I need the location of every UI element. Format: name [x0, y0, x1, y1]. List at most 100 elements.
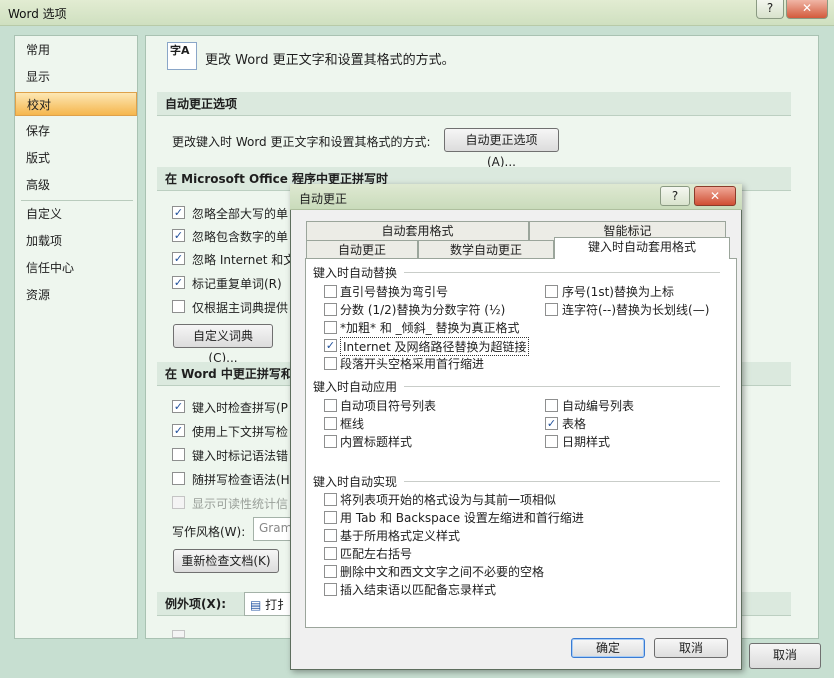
checkbox-grammar-with-spelling[interactable] — [172, 472, 185, 485]
ok-button[interactable]: 确定 — [571, 638, 645, 658]
label-grammar-with-spelling: 随拼写检查语法(H — [192, 473, 290, 487]
checkbox-hyperlinks[interactable]: ✓ — [324, 339, 337, 352]
label-hyperlinks: Internet 及网络路径替换为超链接 — [340, 337, 530, 356]
checkbox-tab-backspace-indent[interactable] — [324, 511, 337, 524]
checkbox-tables[interactable]: ✓ — [545, 417, 558, 430]
tab-autocorrect[interactable]: 自动更正 — [306, 240, 418, 260]
label-ignore-internet: 忽略 Internet 和文 — [192, 253, 296, 267]
checkbox-define-styles[interactable] — [324, 529, 337, 542]
checkbox-date-styles[interactable] — [545, 435, 558, 448]
label-ignore-numbers: 忽略包含数字的单 — [192, 230, 289, 244]
sidebar-item-addins[interactable]: 加载项 — [15, 229, 137, 253]
sidebar-item-popular[interactable]: 常用 — [15, 38, 137, 62]
checkbox-main-dictionary-only[interactable] — [172, 300, 185, 313]
label-tab-backspace-indent: 用 Tab 和 Backspace 设置左缩进和首行缩进 — [340, 511, 584, 525]
sidebar-item-save[interactable]: 保存 — [15, 119, 137, 143]
sidebar-item-display[interactable]: 显示 — [15, 65, 137, 89]
document-icon: ▤ — [250, 598, 262, 612]
checkbox-closing-memo[interactable] — [324, 583, 337, 596]
help-icon: ? — [766, 1, 774, 15]
group-divider — [404, 481, 720, 482]
label-match-parentheses: 匹配左右括号 — [340, 547, 413, 561]
label-check-spelling: 键入时检查拼写(P — [192, 401, 288, 415]
sidebar-divider — [21, 200, 133, 201]
label-auto-bullets: 自动项目符号列表 — [340, 399, 437, 413]
cancel-button[interactable]: 取消 — [749, 643, 821, 669]
help-button[interactable]: ? — [756, 0, 784, 19]
label-remove-spaces: 删除中文和西文文字之间不必要的空格 — [340, 565, 545, 579]
recheck-document-button[interactable]: 重新检查文档(K) — [173, 549, 279, 573]
checkbox-ignore-uppercase[interactable]: ✓ — [172, 206, 185, 219]
writing-style-label: 写作风格(W): — [172, 525, 246, 539]
checkbox-auto-bullets[interactable] — [324, 399, 337, 412]
checkbox-heading-styles[interactable] — [324, 435, 337, 448]
label-tables: 表格 — [562, 417, 587, 431]
sidebar-item-advanced[interactable]: 高级 — [15, 173, 137, 197]
label-fractions: 分数 (1/2)替换为分数字符 (½) — [340, 303, 506, 317]
dialog-title: 自动更正 — [299, 192, 348, 206]
custom-dictionaries-button[interactable]: 自定义词典(C)... — [173, 324, 273, 365]
tab-autoformat-as-you-type[interactable]: 键入时自动套用格式 — [554, 237, 730, 259]
label-format-list-like-previous: 将列表项开始的格式设为与其前一项相似 — [340, 493, 557, 507]
group-automatic-title: 键入时自动实现 — [313, 475, 398, 489]
sidebar-item-proofing[interactable]: 校对 — [15, 92, 137, 116]
proofing-icon-label: 字A — [170, 44, 190, 57]
label-define-styles: 基于所用格式定义样式 — [340, 529, 461, 543]
checkbox-flag-repeated[interactable]: ✓ — [172, 276, 185, 289]
dialog-cancel-button[interactable]: 取消 — [654, 638, 728, 658]
autocorrect-desc: 更改键入时 Word 更正文字和设置其格式的方式: — [172, 135, 431, 149]
checkbox-straight-quotes[interactable] — [324, 285, 337, 298]
checkbox-format-list-like-previous[interactable] — [324, 493, 337, 506]
close-icon: ✕ — [801, 1, 813, 15]
checkbox-ignore-internet[interactable]: ✓ — [172, 252, 185, 265]
group-divider — [404, 386, 720, 387]
label-straight-quotes: 直引号替换为弯引号 — [340, 285, 449, 299]
sidebar-item-typography[interactable]: 版式 — [15, 146, 137, 170]
label-heading-styles: 内置标题样式 — [340, 435, 413, 449]
exceptions-value: 打扌 — [265, 598, 290, 612]
checkbox-ordinals[interactable] — [545, 285, 558, 298]
checkbox-match-parentheses[interactable] — [324, 547, 337, 560]
autocorrect-options-button[interactable]: 自动更正选项(A)... — [444, 128, 559, 169]
window-title: Word 选项 — [8, 7, 67, 21]
label-readability-stats: 显示可读性统计信 — [192, 497, 289, 511]
section-autocorrect-title: 自动更正选项 — [157, 92, 791, 116]
label-ignore-uppercase: 忽略全部大写的单 — [192, 207, 289, 221]
checkbox-hyphens[interactable] — [545, 303, 558, 316]
checkbox-mark-grammar[interactable] — [172, 448, 185, 461]
checkbox-bold-italic[interactable] — [324, 321, 337, 334]
label-ordinals: 序号(1st)替换为上标 — [562, 285, 674, 299]
checkbox-borders[interactable] — [324, 417, 337, 430]
checkbox-fractions[interactable] — [324, 303, 337, 316]
window-titlebar — [0, 0, 834, 26]
label-main-dictionary-only: 仅根据主词典提供 — [192, 301, 289, 315]
checkbox-readability-stats — [172, 496, 185, 509]
label-flag-repeated: 标记重复单词(R) — [192, 277, 282, 291]
checkbox-auto-numbering[interactable] — [545, 399, 558, 412]
sidebar-item-customize[interactable]: 自定义 — [15, 202, 137, 226]
sidebar: 常用 显示 校对 保存 版式 高级 自定义 加载项 信任中心 资源 — [14, 35, 138, 639]
tab-autoformat[interactable]: 自动套用格式 — [306, 221, 529, 241]
dialog-help-button[interactable]: ? — [660, 186, 690, 206]
group-replace-title: 键入时自动替换 — [313, 266, 398, 280]
checkbox-contextual-spelling[interactable]: ✓ — [172, 424, 185, 437]
group-apply-title: 键入时自动应用 — [313, 380, 398, 394]
label-bold-italic: *加粗* 和 _倾斜_ 替换为真正格式 — [340, 321, 520, 335]
sidebar-item-trust-center[interactable]: 信任中心 — [15, 256, 137, 280]
label-mark-grammar: 键入时标记语法错 — [192, 449, 289, 463]
help-icon: ? — [671, 189, 679, 203]
checkbox-first-line-indent[interactable] — [324, 357, 337, 370]
sidebar-item-resources[interactable]: 资源 — [15, 283, 137, 307]
label-first-line-indent: 段落开头空格采用首行缩进 — [340, 357, 485, 371]
exceptions-label: 例外项(X): — [165, 597, 227, 611]
dialog-close-button[interactable]: ✕ — [694, 186, 736, 206]
window-close-button[interactable]: ✕ — [786, 0, 828, 19]
label-auto-numbering: 自动编号列表 — [562, 399, 635, 413]
checkbox-ignore-numbers[interactable]: ✓ — [172, 229, 185, 242]
label-date-styles: 日期样式 — [562, 435, 611, 449]
proofing-icon: 字A — [167, 42, 197, 70]
checkbox-check-spelling[interactable]: ✓ — [172, 400, 185, 413]
checkbox-remove-spaces[interactable] — [324, 565, 337, 578]
tab-math-autocorrect[interactable]: 数学自动更正 — [418, 240, 554, 260]
checkbox-partial-hidden — [172, 630, 185, 638]
